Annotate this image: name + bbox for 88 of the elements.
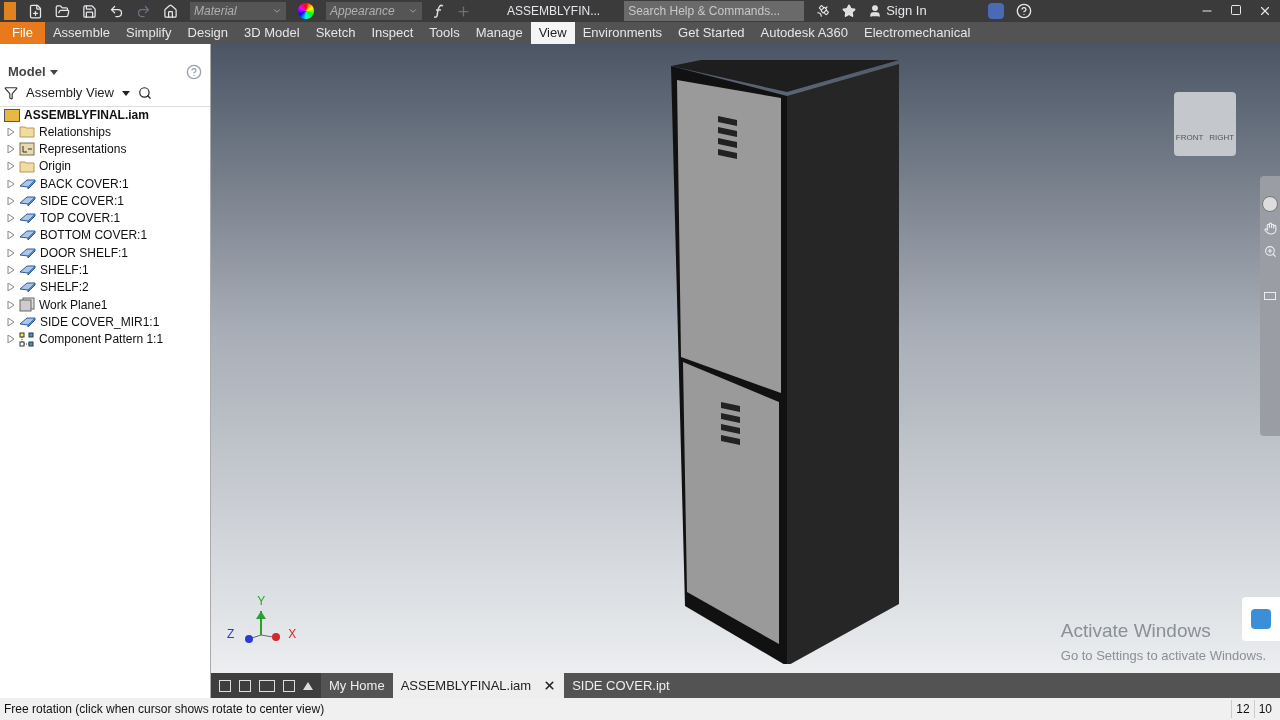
pattern-icon [19, 331, 35, 347]
ribbon-tab[interactable]: Simplify [118, 22, 180, 44]
tree-item[interactable]: Relationships [39, 122, 112, 141]
tree-item[interactable]: BACK COVER:1 [40, 174, 129, 193]
view-face-icon[interactable] [1264, 292, 1276, 300]
assembly-icon [4, 108, 20, 122]
tree-item[interactable]: Work Plane1 [39, 295, 108, 314]
axis-label: Y [257, 595, 266, 607]
appearance-dropdown[interactable]: Appearance [326, 2, 422, 20]
redo-button[interactable] [136, 3, 151, 19]
help-button[interactable] [1016, 3, 1033, 19]
app-logo-icon [4, 2, 16, 20]
axis-label: X [288, 626, 297, 643]
folder-icon [19, 125, 35, 139]
tree-item[interactable]: ASSEMBLYFINAL.iam [24, 106, 149, 124]
part-icon [19, 315, 36, 328]
document-title: ASSEMBLYFIN... [507, 3, 601, 20]
function-icon[interactable] [434, 4, 444, 18]
ribbon-tab[interactable]: Manage [467, 22, 531, 44]
dropdown-arrow-icon[interactable] [49, 68, 58, 76]
tree-item[interactable]: Component Pattern 1:1 [39, 330, 164, 349]
color-wheel-icon[interactable] [298, 3, 314, 19]
tree-item[interactable]: TOP COVER:1 [40, 209, 121, 228]
up-arrow-icon[interactable] [303, 681, 313, 690]
part-icon [19, 264, 36, 276]
material-dropdown[interactable]: Material [190, 2, 286, 20]
status-count: 12 [1231, 700, 1254, 718]
satellite-icon[interactable] [816, 4, 831, 18]
ribbon-tab[interactable]: Electromechanical [856, 22, 979, 44]
part-icon [19, 246, 36, 259]
axis-label: Z [227, 626, 235, 643]
new-file-button[interactable] [28, 3, 43, 19]
tree-item[interactable]: DOOR SHELF:1 [40, 243, 129, 262]
zoom-icon[interactable] [1263, 245, 1277, 258]
part-icon [19, 194, 36, 207]
home-button[interactable] [163, 3, 178, 19]
ribbon-tab[interactable]: Assemble [44, 22, 119, 44]
tree-item[interactable]: BOTTOM COVER:1 [40, 226, 148, 245]
folder-icon [19, 159, 35, 173]
ribbon-tab[interactable]: Sketch [307, 22, 364, 44]
status-count: 10 [1253, 700, 1276, 718]
tree-item[interactable]: SIDE COVER_MIR1:1 [40, 312, 160, 331]
activation-title: Activate Windows [1060, 619, 1212, 643]
viewcube-face-label[interactable]: RIGHT [1209, 132, 1235, 144]
user-icon [868, 4, 883, 18]
share-button[interactable] [1242, 597, 1280, 641]
tree-item[interactable]: Origin [39, 157, 71, 176]
part-icon [19, 281, 36, 294]
tree-item[interactable]: Representations [39, 139, 127, 158]
dropdown-arrow-icon[interactable] [121, 89, 130, 97]
viewcube[interactable]: FRONT RIGHT [1174, 92, 1236, 156]
document-tab[interactable]: SIDE COVER.ipt [564, 673, 678, 698]
work-plane-icon [19, 297, 35, 313]
expand-arrow-icon[interactable] [7, 266, 15, 274]
tree-item[interactable]: SHELF:1 [40, 261, 89, 280]
favorites-button[interactable] [842, 4, 857, 18]
ribbon-tab[interactable]: Get Started [670, 22, 753, 44]
close-button[interactable] [1258, 4, 1272, 18]
ribbon-tab[interactable]: Autodesk A360 [752, 22, 857, 44]
restore-button[interactable] [1230, 4, 1242, 16]
part-icon [19, 212, 36, 225]
part-icon [19, 177, 36, 190]
tree-item[interactable]: SHELF:2 [40, 278, 89, 297]
part-icon [19, 229, 36, 242]
viewcube-face-label[interactable]: FRONT [1175, 132, 1204, 144]
assembly-view-dropdown[interactable]: Assembly View [26, 83, 114, 103]
document-tab[interactable]: My Home [321, 673, 393, 698]
open-button[interactable] [55, 3, 70, 19]
representations-icon [19, 141, 35, 156]
add-button[interactable] [456, 3, 471, 19]
ribbon-tab[interactable]: 3D Model [236, 22, 308, 44]
pan-icon[interactable] [1263, 222, 1277, 235]
ribbon-tab[interactable]: Design [179, 22, 236, 44]
filter-icon[interactable] [4, 86, 18, 100]
find-icon[interactable] [137, 86, 152, 100]
browser-title[interactable]: Model [8, 62, 46, 82]
activation-text: Go to Settings to activate Windows. [1060, 646, 1266, 665]
undo-button[interactable] [109, 3, 124, 19]
ribbon-tab[interactable]: Tools [421, 22, 468, 44]
sign-in-button[interactable]: Sign In [868, 1, 977, 21]
status-message: Free rotation (click when cursor shows rotate to center view) [4, 701, 326, 718]
document-tab[interactable]: ASSEMBLYFINAL.iam [392, 673, 565, 698]
ribbon-tab[interactable]: Inspect [363, 22, 422, 44]
ribbon-tab[interactable]: Environments [574, 22, 671, 44]
ribbon-tab[interactable]: View [530, 22, 575, 44]
help-icon[interactable] [186, 64, 202, 80]
tree-item[interactable]: SIDE COVER:1 [40, 191, 125, 210]
save-button[interactable] [82, 3, 97, 19]
